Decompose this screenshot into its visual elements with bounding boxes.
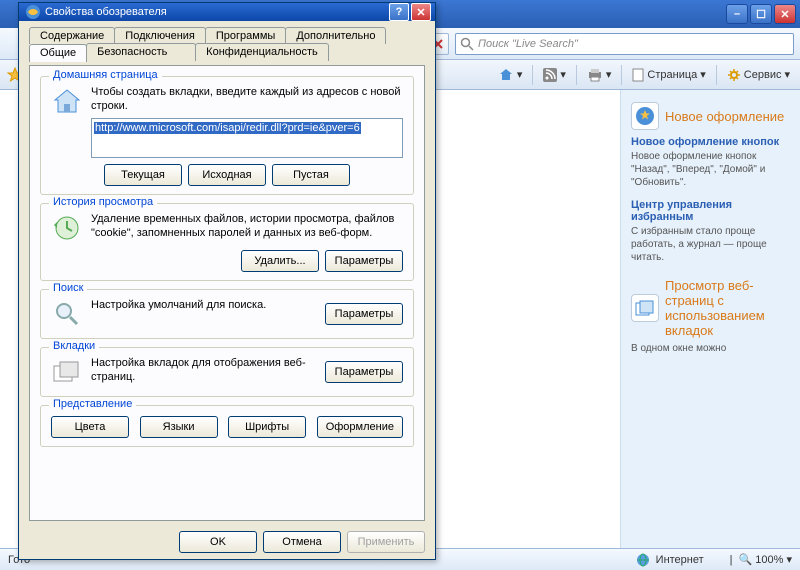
feature-desc: С избранным стало проще работать, а журн… <box>631 225 790 264</box>
tab-privacy[interactable]: Конфиденциальность <box>195 43 329 61</box>
feature-desc: В одном окне можно <box>631 342 790 355</box>
tab-content[interactable]: Содержание <box>29 27 115 44</box>
tab-strip: Содержание Подключения Программы Дополни… <box>29 27 425 61</box>
feature-subtitle: Центр управления избранным <box>631 199 790 223</box>
colors-button[interactable]: Цвета <box>51 416 129 438</box>
zoom-text[interactable]: 🔍 100% ▾ <box>739 553 792 566</box>
delete-button[interactable]: Удалить... <box>241 250 319 272</box>
tab-connections[interactable]: Подключения <box>114 27 206 44</box>
feeds-button[interactable]: ▾ <box>543 68 566 82</box>
search-icon <box>51 298 83 330</box>
group-legend: Поиск <box>49 282 87 294</box>
ie-icon <box>25 4 41 20</box>
fonts-button[interactable]: Шрифты <box>228 416 306 438</box>
gear-icon <box>727 68 741 82</box>
dialog-footer: OK Отмена Применить <box>19 525 435 561</box>
history-settings-button[interactable]: Параметры <box>325 250 403 272</box>
help-button[interactable]: ? <box>389 3 409 21</box>
home-icon <box>51 85 83 117</box>
tab-general[interactable]: Общие <box>29 44 87 62</box>
rss-icon <box>543 68 557 82</box>
languages-button[interactable]: Языки <box>140 416 218 438</box>
page-icon <box>632 68 644 82</box>
tabs-text: Настройка вкладок для отображения веб-ст… <box>91 356 317 385</box>
tabs-settings-button[interactable]: Параметры <box>325 361 403 383</box>
group-appearance: Представление Цвета Языки Шрифты Оформле… <box>40 405 414 447</box>
dialog-titlebar: Свойства обозревателя ? ✕ <box>19 3 435 21</box>
homepage-url-input[interactable]: http://www.microsoft.com/isapi/redir.dll… <box>91 118 403 158</box>
ok-button[interactable]: OK <box>179 531 257 553</box>
print-button[interactable]: ▾ <box>587 68 612 82</box>
page-menu[interactable]: Страница▾ <box>632 68 705 82</box>
group-legend: Представление <box>49 398 136 410</box>
history-icon <box>51 212 83 244</box>
feature-subtitle: Новое оформление кнопок <box>631 136 790 148</box>
apply-button[interactable]: Применить <box>347 531 425 553</box>
home-button[interactable]: ▾ <box>498 67 523 83</box>
feature-title: Просмотр веб-страниц с использованием вк… <box>665 278 790 338</box>
use-current-button[interactable]: Текущая <box>104 164 182 186</box>
group-tabs: Вкладки Настройка вкладок для отображени… <box>40 347 414 397</box>
tabs-icon <box>631 294 659 322</box>
tab-panel-general: Домашняя страница Чтобы создать вкладки,… <box>29 65 425 521</box>
minimize-button[interactable]: – <box>726 4 748 24</box>
search-text: Настройка умолчаний для поиска. <box>91 298 317 312</box>
feature-desc: Новое оформление кнопок "Назад", "Вперед… <box>631 150 790 189</box>
tab-programs[interactable]: Программы <box>205 27 286 44</box>
dialog-title: Свойства обозревателя <box>45 6 167 18</box>
search-icon <box>460 37 474 51</box>
homepage-text: Чтобы создать вкладки, введите каждый из… <box>91 85 403 114</box>
maximize-button[interactable]: ☐ <box>750 4 772 24</box>
zone-text: Интернет <box>656 554 704 566</box>
feature-title: Новое оформление <box>665 109 784 124</box>
group-history: История просмотра Удаление временных фай… <box>40 203 414 281</box>
group-legend: История просмотра <box>49 196 157 208</box>
group-homepage: Домашняя страница Чтобы создать вкладки,… <box>40 76 414 195</box>
tools-menu[interactable]: Сервис▾ <box>727 68 790 82</box>
tab-advanced[interactable]: Дополнительно <box>285 27 386 44</box>
group-legend: Вкладки <box>49 340 99 352</box>
search-placeholder: Поиск "Live Search" <box>478 38 578 50</box>
search-settings-button[interactable]: Параметры <box>325 303 403 325</box>
history-text: Удаление временных файлов, истории просм… <box>91 212 403 241</box>
tabs-icon <box>51 356 83 388</box>
globe-icon <box>636 553 650 567</box>
print-icon <box>587 68 603 82</box>
use-default-button[interactable]: Исходная <box>188 164 266 186</box>
close-button[interactable]: ✕ <box>774 4 796 24</box>
home-icon <box>498 67 514 83</box>
accessibility-button[interactable]: Оформление <box>317 416 403 438</box>
star-badge-icon <box>631 102 659 130</box>
use-blank-button[interactable]: Пустая <box>272 164 350 186</box>
search-input[interactable]: Поиск "Live Search" <box>455 33 794 55</box>
group-search: Поиск Настройка умолчаний для поиска. Па… <box>40 289 414 339</box>
tab-security[interactable]: Безопасность <box>86 43 196 61</box>
group-legend: Домашняя страница <box>49 69 162 81</box>
internet-options-dialog: Свойства обозревателя ? ✕ Содержание Под… <box>18 2 436 560</box>
close-button[interactable]: ✕ <box>411 3 431 21</box>
sidebar: Новое оформление Новое оформление кнопок… <box>620 90 800 548</box>
cancel-button[interactable]: Отмена <box>263 531 341 553</box>
